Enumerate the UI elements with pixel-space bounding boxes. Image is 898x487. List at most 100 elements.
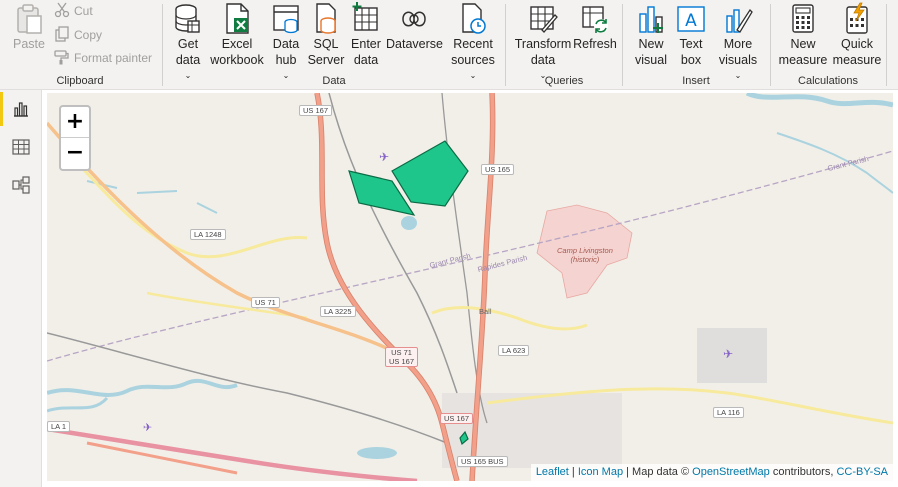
cut-label: Cut: [74, 4, 93, 18]
attribution-text: contributors,: [769, 466, 837, 478]
new-visual-label-2: visual: [635, 53, 667, 67]
icon-map-link[interactable]: Icon Map: [578, 466, 623, 478]
more-visuals-button[interactable]: More visuals ⌄: [710, 2, 766, 84]
excel-workbook-button[interactable]: Excel workbook: [210, 2, 264, 68]
database-icon: [173, 2, 203, 34]
sql-server-button[interactable]: SQL Server: [306, 2, 346, 68]
leaflet-link[interactable]: Leaflet: [536, 466, 569, 478]
enter-data-label-1: Enter: [351, 37, 381, 51]
ribbon-divider: [162, 4, 163, 86]
data-hub-button[interactable]: Data hub ⌄: [266, 2, 306, 84]
data-hub-icon: [271, 2, 301, 34]
format-painter-label: Format painter: [74, 51, 153, 65]
transform-label-2: data: [530, 53, 556, 67]
copy-icon: [54, 26, 70, 42]
quick-measure-icon: [842, 2, 872, 34]
more-visuals-label-1: More: [723, 37, 753, 51]
zoom-control: + −: [59, 105, 91, 171]
road-shield: LA 623: [498, 345, 530, 356]
river: [47, 379, 238, 397]
road-shield: US 165: [481, 164, 515, 175]
ribbon-divider: [622, 4, 623, 86]
calculations-group-label: Calculations: [798, 75, 858, 87]
attribution-text: | Map data ©: [623, 466, 693, 478]
airport-icon: ✈: [379, 150, 389, 164]
transform-data-icon: [528, 2, 558, 34]
sql-server-icon: [311, 2, 341, 34]
new-visual-icon: [636, 2, 666, 34]
ribbon-divider: [770, 4, 771, 86]
map-attribution: Leaflet | Icon Map | Map data © OpenStre…: [530, 464, 893, 481]
insert-group: New visual A Text box More visuals ⌄ Ins…: [624, 0, 768, 90]
more-visuals-label-2: visuals: [718, 53, 758, 67]
transform-data-button[interactable]: Transform data ⌄: [513, 2, 573, 84]
place-label-line: Camp Livingston: [557, 246, 613, 255]
road-shield: LA 116: [713, 407, 744, 418]
data-group-label: Data: [322, 75, 346, 87]
get-data-label-2: data: [175, 53, 201, 67]
table-icon: [12, 139, 30, 155]
recent-sources-button[interactable]: Recent sources ⌄: [444, 2, 502, 84]
road-shield: US 167: [299, 105, 333, 116]
road-shield: LA 1248: [190, 229, 226, 240]
place-label-line: (historic): [570, 255, 600, 264]
refresh-label: Refresh: [573, 37, 617, 51]
enter-data-label-2: data: [353, 53, 379, 67]
zoom-out-button[interactable]: −: [61, 138, 89, 169]
data-group: Get data ⌄ Excel workbook Data hub ⌄ SQL…: [164, 0, 504, 90]
table-plus-icon: [351, 2, 381, 34]
excel-label-2: workbook: [210, 53, 264, 67]
data-hub-label-1: Data: [272, 37, 300, 51]
new-visual-label-1: New: [638, 37, 664, 51]
clipboard-group: Paste Cut Copy Format painter Clipboard: [0, 0, 160, 90]
sql-label-1: SQL: [313, 37, 339, 51]
queries-group: Transform data ⌄ Refresh Queries: [507, 0, 621, 90]
paste-icon: [14, 2, 44, 34]
excel-label-1: Excel: [221, 37, 253, 51]
license-link[interactable]: CC-BY-SA: [836, 466, 888, 478]
quick-measure-button[interactable]: Quick measure: [830, 2, 884, 68]
road-shield: LA 1: [47, 421, 71, 432]
paste-label: Paste: [13, 37, 45, 51]
queries-group-label: Queries: [544, 75, 584, 87]
road-shield: LA 3225: [320, 306, 356, 317]
recent-label-2: sources: [451, 53, 495, 67]
calculator-icon: [788, 2, 818, 34]
cut-button[interactable]: Cut: [54, 0, 93, 22]
view-rail: [0, 90, 42, 487]
place-label: Ball: [479, 307, 492, 316]
copy-button[interactable]: Copy: [54, 24, 102, 46]
paste-button[interactable]: Paste: [8, 2, 50, 52]
ribbon: Paste Cut Copy Format painter Clipboard: [0, 0, 898, 90]
dataverse-button[interactable]: Dataverse: [386, 2, 443, 52]
zoom-in-button[interactable]: +: [61, 107, 89, 138]
road-shield: US 165 BUS: [457, 456, 508, 467]
osm-link[interactable]: OpenStreetMap: [692, 466, 770, 478]
enter-data-button[interactable]: Enter data: [348, 2, 384, 68]
text-box-button[interactable]: A Text box: [674, 2, 708, 68]
dataverse-label: Dataverse: [386, 37, 443, 51]
attribution-separator: |: [568, 466, 578, 478]
sql-label-2: Server: [307, 53, 345, 67]
text-box-label-1: Text: [679, 37, 703, 51]
new-measure-button[interactable]: New measure: [776, 2, 830, 68]
lake: [357, 447, 397, 459]
get-data-button[interactable]: Get data ⌄: [168, 2, 208, 84]
transform-label-1: Transform: [514, 37, 572, 51]
new-measure-label-2: measure: [778, 53, 828, 67]
table-view-button[interactable]: [0, 130, 42, 164]
format-painter-button[interactable]: Format painter: [54, 47, 152, 69]
new-visual-button[interactable]: New visual: [628, 2, 674, 68]
clipboard-group-label: Clipboard: [56, 75, 104, 87]
map-visual[interactable]: ✈ ✈ ✈ US 167 US 165 LA 1248 US 71 LA 322…: [47, 93, 893, 481]
refresh-button[interactable]: Refresh: [573, 2, 617, 52]
excel-icon: [222, 2, 252, 34]
refresh-icon: [580, 2, 610, 34]
new-measure-label-1: New: [790, 37, 816, 51]
map-polygon[interactable]: [391, 140, 469, 207]
calculations-group: New measure Quick measure Calculations: [772, 0, 884, 90]
copy-label: Copy: [74, 28, 103, 42]
report-view-button[interactable]: [0, 92, 42, 126]
road-shield: US 71: [251, 297, 280, 308]
model-view-button[interactable]: [0, 168, 42, 202]
